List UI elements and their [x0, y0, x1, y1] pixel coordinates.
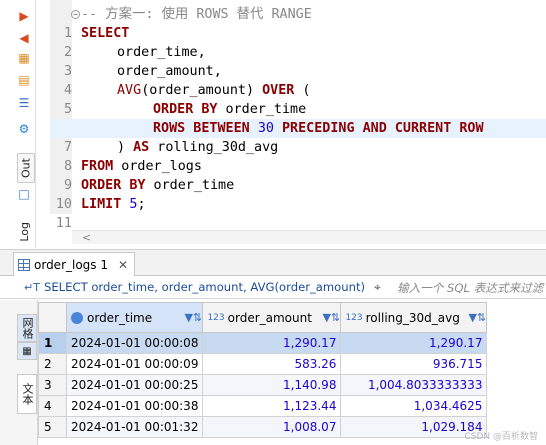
- column-header-rolling-30d-avg[interactable]: 123 rolling_30d_avg ▼⇅: [340, 302, 488, 333]
- code-text: ): [117, 140, 134, 155]
- table-row[interactable]: 3 2024-01-01 00:00:25 1,140.98 1,004.803…: [38, 374, 488, 396]
- code-line-2[interactable]: 2 SELECT: [50, 24, 546, 60]
- tab-grid[interactable]: 网格: [17, 314, 37, 342]
- sql-filter-icon: ↵T: [24, 281, 40, 294]
- cell-order-time[interactable]: 2024-01-01 00:01:32: [65, 416, 204, 438]
- keyword-preceding: PRECEDING AND CURRENT ROW: [282, 121, 484, 136]
- column-header-order-amount[interactable]: 123 order_amount ▼⇅: [202, 302, 342, 333]
- table-grid-icon: [18, 258, 30, 271]
- cell-order-time[interactable]: 2024-01-01 00:00:09: [65, 353, 204, 375]
- row-number-header: [38, 302, 67, 333]
- left-toolbar: ▶ ◀ ▦ ▤ ☰ ⚙ Out □ Log: [0, 0, 36, 248]
- cell-order-amount[interactable]: 1,290.17: [202, 332, 342, 354]
- cell-order-time[interactable]: 2024-01-01 00:00:08: [65, 332, 204, 354]
- cell-order-amount[interactable]: 1,008.07: [202, 416, 342, 438]
- code-line-5[interactable]: 5 AVG(order_amount) OVER (: [50, 81, 546, 117]
- cell-rolling-avg[interactable]: 1,290.17: [340, 332, 488, 354]
- function-avg: AVG: [117, 83, 142, 98]
- code-line-3[interactable]: 3 order_time,: [50, 43, 546, 79]
- scroll-left-icon[interactable]: <: [82, 231, 91, 244]
- table-row[interactable]: 1 2024-01-01 00:00:08 1,290.17 1,290.17: [38, 332, 488, 354]
- cell-rolling-avg[interactable]: 1,034.4625: [340, 395, 488, 417]
- code-line-10[interactable]: 10 ORDER BY order_time: [50, 176, 546, 212]
- time-type-icon: [71, 311, 83, 324]
- numeric-type-icon: 123: [207, 312, 225, 323]
- code-text: order_time: [217, 102, 307, 117]
- filter-input[interactable]: 输入一个 SQL 表达式来过滤: [397, 280, 543, 296]
- tab-log[interactable]: Log: [18, 222, 31, 242]
- code-text: ;: [137, 197, 146, 212]
- tab-text[interactable]: 文本: [17, 374, 37, 414]
- close-icon[interactable]: ✕: [118, 258, 128, 272]
- code-line-1[interactable]: 1 − -- 方案一: 使用 ROWS 替代 RANGE: [50, 5, 546, 41]
- tab-label: order_logs 1: [34, 257, 108, 272]
- table-row[interactable]: 4 2024-01-01 00:00:38 1,123.44 1,034.462…: [38, 395, 488, 417]
- code-line-7[interactable]: 7 ROWS BETWEEN 30 PRECEDING AND CURRENT …: [50, 119, 546, 155]
- keyword-order-by: ORDER BY: [153, 102, 218, 117]
- grid-icon[interactable]: ▦: [17, 342, 37, 360]
- code-line-9[interactable]: 9 FROM order_logs: [50, 157, 546, 193]
- settings-icon[interactable]: ⚙: [16, 121, 32, 137]
- filter-bar: ↵T SELECT order_time, order_amount, AVG(…: [0, 277, 546, 299]
- column-header-order-time[interactable]: order_time ▼⇅: [65, 302, 204, 333]
- run-icon[interactable]: ▶: [16, 8, 32, 24]
- tab-out[interactable]: Out: [17, 153, 35, 183]
- editor-horizontal-scrollbar[interactable]: <: [72, 230, 546, 244]
- explain-icon[interactable]: ▦: [16, 50, 32, 66]
- watermark: CSDN @百析数智: [464, 432, 538, 442]
- cell-rolling-avg[interactable]: 936.715: [340, 353, 488, 375]
- fold-icon[interactable]: −: [71, 10, 80, 19]
- keyword-from: FROM: [81, 159, 114, 174]
- run-script-icon[interactable]: ◀: [16, 30, 32, 46]
- query-text: SELECT order_time, order_amount, AVG(ord…: [44, 280, 364, 294]
- code-line-6[interactable]: 6 ORDER BY order_time: [50, 100, 546, 136]
- cell-order-time[interactable]: 2024-01-01 00:00:38: [65, 395, 204, 417]
- sort-filter-icon[interactable]: ▼⇅: [184, 311, 202, 324]
- code-text: (order_amount): [141, 83, 263, 98]
- keyword-rows-between: ROWS BETWEEN: [153, 121, 250, 136]
- cell-order-amount[interactable]: 1,140.98: [202, 374, 342, 396]
- results-side-panel: 网格 ▦ 文本: [0, 300, 38, 445]
- format-icon[interactable]: ☰: [16, 95, 32, 111]
- numeric-type-icon: 123: [345, 312, 363, 323]
- code-text: order_time: [145, 178, 235, 193]
- table-row[interactable]: 5 2024-01-01 00:01:32 1,008.07 1,029.184: [38, 416, 488, 438]
- export-icon[interactable]: ▤: [16, 72, 32, 88]
- keyword-select: SELECT: [81, 26, 130, 41]
- table-row[interactable]: 2 2024-01-01 00:00:09 583.26 936.715: [38, 353, 488, 375]
- code-line-4[interactable]: 4 order_amount,: [50, 62, 546, 98]
- code-line-11[interactable]: 11 LIMIT 5;: [50, 195, 546, 231]
- cell-order-time[interactable]: 2024-01-01 00:00:25: [65, 374, 204, 396]
- sort-filter-icon[interactable]: ▼⇅: [468, 311, 486, 324]
- number-literal: 30: [257, 121, 274, 136]
- results-tab-bar: order_logs 1 ✕: [0, 249, 546, 276]
- cell-order-amount[interactable]: 1,123.44: [202, 395, 342, 417]
- results-grid: order_time ▼⇅ 123 order_amount ▼⇅ 123 rollin…: [38, 302, 546, 438]
- keyword-as: AS: [133, 140, 150, 155]
- line-number: 11: [55, 216, 72, 231]
- cell-order-amount[interactable]: 583.26: [202, 353, 342, 375]
- code-text: order_time,: [117, 45, 206, 60]
- output-icon[interactable]: □: [16, 186, 32, 202]
- code-text: (: [294, 83, 311, 98]
- sort-filter-icon[interactable]: ▼⇅: [322, 311, 340, 324]
- code-text: order_amount,: [117, 64, 222, 79]
- row-number[interactable]: 1: [38, 332, 67, 354]
- keyword-over: OVER: [262, 83, 295, 98]
- keyword-order-by: ORDER BY: [81, 178, 146, 193]
- row-number[interactable]: 3: [38, 374, 67, 396]
- code-line-8[interactable]: 8 ) AS rolling_30d_avg: [50, 138, 546, 174]
- row-number[interactable]: 5: [38, 416, 67, 438]
- keyword-limit: LIMIT: [81, 197, 122, 212]
- row-number[interactable]: 4: [38, 395, 67, 417]
- row-number[interactable]: 2: [38, 353, 67, 375]
- code-text: rolling_30d_avg: [149, 140, 279, 155]
- tab-order-logs-1[interactable]: order_logs 1 ✕: [13, 252, 136, 276]
- sql-comment: -- 方案一: 使用 ROWS 替代 RANGE: [81, 7, 312, 22]
- expand-icon[interactable]: ⌖: [374, 280, 390, 296]
- code-text: order_logs: [113, 159, 202, 174]
- cell-rolling-avg[interactable]: 1,004.8033333333: [340, 374, 488, 396]
